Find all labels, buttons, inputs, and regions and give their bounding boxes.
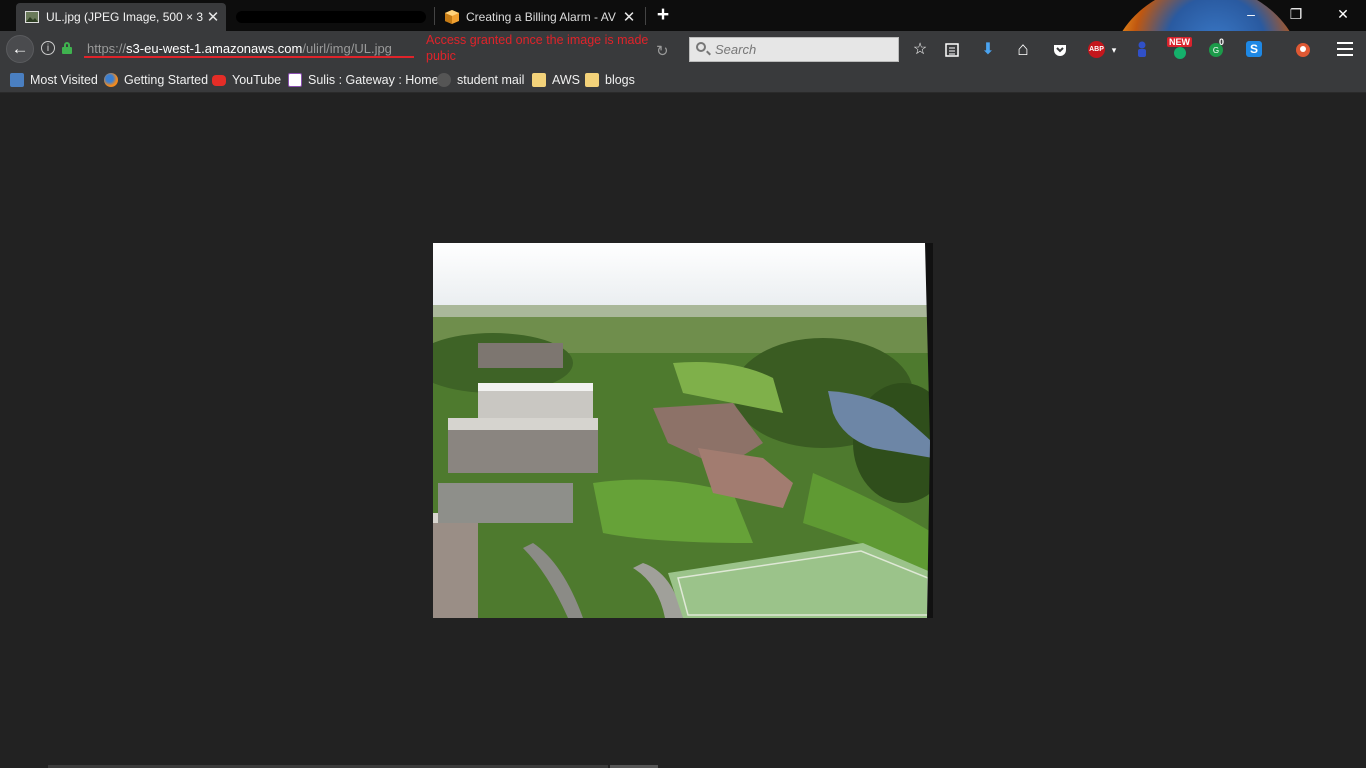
most-visited-icon xyxy=(10,73,24,87)
url-scheme: https:// xyxy=(87,41,127,56)
folder-icon xyxy=(585,73,599,87)
tab-close-icon[interactable]: ✕ xyxy=(620,8,638,26)
search-placeholder: Search xyxy=(715,42,757,57)
info-icon[interactable]: i xyxy=(41,41,55,55)
globe-icon xyxy=(437,73,451,87)
bookmark-label: Most Visited xyxy=(30,73,98,87)
bookmark-sulis[interactable]: Sulis : Gateway : Home xyxy=(288,72,439,88)
adblock-plus-icon[interactable]: ABP xyxy=(1088,41,1105,58)
bookmark-getting-started[interactable]: Getting Started xyxy=(104,72,208,88)
svg-text:G: G xyxy=(1213,46,1219,55)
bookmark-folder-aws[interactable]: AWS xyxy=(532,72,580,88)
redaction-mark xyxy=(236,11,426,23)
pocket-icon[interactable] xyxy=(1050,40,1070,60)
home-icon[interactable]: ⌂ xyxy=(1013,40,1033,60)
tab-image[interactable]: UL.jpg (JPEG Image, 500 × 3 ✕ xyxy=(16,3,226,31)
tab-title: UL.jpg (JPEG Image, 500 × 3 xyxy=(46,10,204,24)
skype-icon[interactable]: S xyxy=(1246,41,1262,57)
tab-title: Creating a Billing Alarm - AV xyxy=(466,10,616,24)
count-badge: 0 xyxy=(1219,37,1225,47)
sulis-icon xyxy=(288,73,302,87)
bookmark-label: blogs xyxy=(605,73,635,87)
back-button[interactable]: ← xyxy=(6,35,34,63)
campus-aerial-photo[interactable] xyxy=(433,243,933,618)
tab-billing-alarm[interactable]: Creating a Billing Alarm - AV ✕ xyxy=(436,3,642,31)
close-window-button[interactable]: ✕ xyxy=(1328,4,1358,24)
extension-figure-icon[interactable] xyxy=(1132,40,1152,60)
lock-icon[interactable] xyxy=(62,42,72,54)
folder-icon xyxy=(532,73,546,87)
minimize-button[interactable]: ‒ xyxy=(1236,4,1266,24)
new-tab-button[interactable]: + xyxy=(652,4,674,27)
image-file-icon xyxy=(24,9,40,25)
url-text[interactable]: https://s3-eu-west-1.amazonaws.com/ulirl… xyxy=(87,41,392,56)
tab-redacted[interactable] xyxy=(232,3,430,31)
bookmark-folder-blogs[interactable]: blogs xyxy=(585,72,635,88)
duckduckgo-icon[interactable] xyxy=(1293,40,1313,60)
bookmark-label: AWS xyxy=(552,73,581,87)
bookmark-label: YouTube xyxy=(232,73,282,87)
navigation-toolbar: ← i https://s3-eu-west-1.amazonaws.com/u… xyxy=(0,31,1366,68)
reading-list-icon[interactable] xyxy=(942,40,962,60)
bookmark-label: student mail xyxy=(457,73,525,87)
grammarly-icon[interactable] xyxy=(1170,46,1190,66)
youtube-icon xyxy=(212,74,226,86)
bookmark-label: Getting Started xyxy=(124,73,209,87)
menu-icon[interactable] xyxy=(1337,42,1353,56)
bookmark-youtube[interactable]: YouTube xyxy=(212,72,281,88)
dropdown-arrow-icon[interactable]: ▾ xyxy=(1104,40,1124,60)
bookmarks-toolbar: Most Visited Getting Started YouTube Sul… xyxy=(0,68,1366,93)
tab-close-icon[interactable]: ✕ xyxy=(204,8,222,26)
search-bar[interactable]: Search xyxy=(689,37,899,62)
search-icon xyxy=(696,42,706,52)
bookmark-label: Sulis : Gateway : Home xyxy=(308,73,439,87)
tab-divider xyxy=(434,7,435,25)
tab-strip: UL.jpg (JPEG Image, 500 × 3 ✕ Creating a… xyxy=(0,0,1366,94)
annotation-underline xyxy=(84,56,414,58)
reload-icon[interactable]: ↻ xyxy=(656,42,669,60)
firefox-icon xyxy=(104,73,118,87)
url-path: /ulirl/img/UL.jpg xyxy=(302,41,392,56)
bookmark-star-icon[interactable]: ☆ xyxy=(910,40,930,60)
restore-button[interactable]: ❐ xyxy=(1281,4,1311,24)
bookmark-most-visited[interactable]: Most Visited xyxy=(10,72,98,88)
tab-divider xyxy=(645,7,646,25)
aws-box-icon xyxy=(444,9,460,25)
url-host: s3-eu-west-1.amazonaws.com xyxy=(126,41,303,56)
download-icon[interactable]: ⬇ xyxy=(978,40,998,60)
annotation-text: Access granted once the image is made pu… xyxy=(426,33,649,63)
bookmark-student-mail[interactable]: student mail xyxy=(437,72,524,88)
